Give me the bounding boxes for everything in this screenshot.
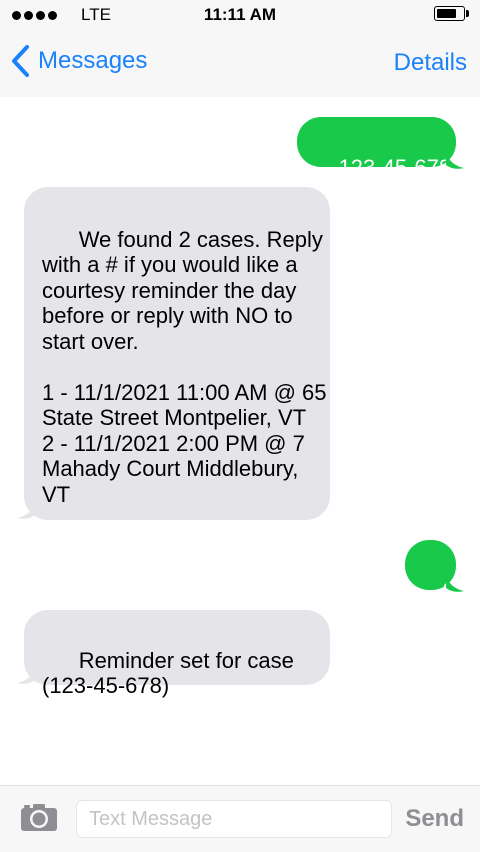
battery-icon: [434, 6, 469, 21]
bubble-tail: [446, 152, 464, 169]
bubble-tail: [446, 575, 464, 592]
navigation-bar: Messages Details: [0, 30, 480, 97]
back-button[interactable]: Messages: [10, 44, 147, 78]
compose-bar: Send: [0, 785, 480, 852]
status-bar: LTE 11:11 AM: [0, 0, 480, 30]
send-button[interactable]: Send: [405, 805, 464, 833]
bubble-tail: [17, 667, 35, 684]
message-bubble-received: We found 2 cases. Reply with a # if you …: [24, 187, 330, 520]
message-thread[interactable]: 123-45-678 We found 2 cases. Reply with …: [0, 97, 480, 785]
message-bubble-sent: 123-45-678: [297, 117, 456, 180]
back-button-label: Messages: [38, 47, 148, 74]
status-time: 11:11 AM: [203, 5, 277, 24]
message-text: 123-45-678: [338, 154, 452, 180]
chevron-left-icon: [12, 45, 29, 77]
bubble-tail: [17, 502, 35, 519]
messages-screen: LTE 11:11 AM Messages Details 123-45-678…: [0, 0, 480, 852]
message-bubble-received: Reminder set for case (123-45-678): [24, 610, 330, 698]
message-text: Reminder set for case (123-45-678): [42, 647, 301, 699]
details-button[interactable]: Details: [394, 49, 467, 77]
message-input[interactable]: [76, 800, 392, 838]
camera-icon[interactable]: [20, 802, 58, 832]
message-text: We found 2 cases. Reply with a # if you …: [42, 226, 327, 507]
